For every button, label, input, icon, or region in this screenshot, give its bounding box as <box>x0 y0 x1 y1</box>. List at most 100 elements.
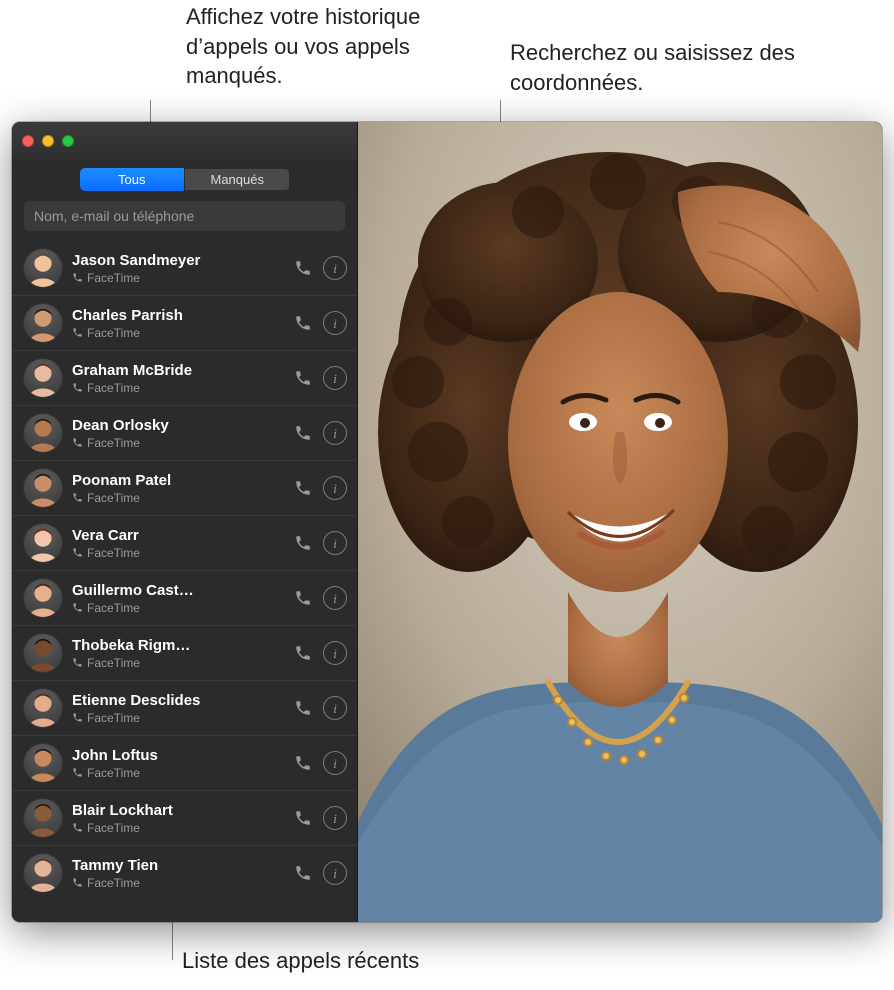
phone-icon[interactable] <box>291 256 315 280</box>
avatar <box>24 524 62 562</box>
list-item[interactable]: Tammy TienFaceTimei <box>12 845 357 900</box>
contact-meta: Blair Lockhart FaceTime <box>72 802 281 835</box>
contact-meta: Vera CarrFaceTime <box>72 527 281 560</box>
info-icon[interactable]: i <box>323 311 347 335</box>
list-item[interactable]: Graham McBrideFaceTime i <box>12 350 357 405</box>
phone-icon[interactable] <box>291 751 315 775</box>
contact-sub: FaceTime <box>72 436 281 450</box>
info-icon[interactable]: i <box>323 861 347 885</box>
contact-sub: FaceTime <box>72 381 281 395</box>
list-item[interactable]: Etienne Desclides FaceTime i <box>12 680 357 735</box>
avatar <box>24 414 62 452</box>
contact-sub: FaceTime <box>72 326 281 340</box>
avatar <box>24 689 62 727</box>
info-icon[interactable]: i <box>323 531 347 555</box>
call-type-label: FaceTime <box>87 381 140 395</box>
contact-sub: FaceTime <box>72 766 281 780</box>
phone-icon[interactable] <box>291 696 315 720</box>
handset-icon <box>72 712 83 723</box>
list-item[interactable]: John LoftusFaceTime i <box>12 735 357 790</box>
contact-name: Jason Sandmeyer <box>72 252 281 269</box>
row-actions: i <box>291 366 347 390</box>
info-icon[interactable]: i <box>323 641 347 665</box>
list-item[interactable]: Dean OrloskyFaceTimei <box>12 405 357 460</box>
phone-icon[interactable] <box>291 861 315 885</box>
callout-tabs: Affichez votre historique d’appels ou vo… <box>186 2 456 91</box>
contact-meta: Poonam Patel FaceTime <box>72 472 281 505</box>
avatar <box>24 304 62 342</box>
search-input[interactable] <box>24 201 345 231</box>
zoom-button[interactable] <box>62 135 74 147</box>
call-type-label: FaceTime <box>87 766 140 780</box>
info-icon[interactable]: i <box>323 476 347 500</box>
call-type-label: FaceTime <box>87 491 140 505</box>
handset-icon <box>72 822 83 833</box>
phone-icon[interactable] <box>291 586 315 610</box>
contact-meta: Thobeka Rigm…FaceTime <box>72 637 281 670</box>
phone-icon[interactable] <box>291 366 315 390</box>
info-icon[interactable]: i <box>323 696 347 720</box>
handset-icon <box>72 382 83 393</box>
contact-meta: Jason Sandmeyer FaceTime <box>72 252 281 285</box>
avatar <box>24 359 62 397</box>
info-icon[interactable]: i <box>323 751 347 775</box>
handset-icon <box>72 602 83 613</box>
list-item[interactable]: Blair Lockhart FaceTime i <box>12 790 357 845</box>
row-actions: i <box>291 806 347 830</box>
close-button[interactable] <box>22 135 34 147</box>
phone-icon[interactable] <box>291 476 315 500</box>
avatar <box>24 579 62 617</box>
contact-sub: FaceTime <box>72 821 281 835</box>
contact-name: Blair Lockhart <box>72 802 281 819</box>
contact-sub: FaceTime <box>72 491 281 505</box>
contact-meta: Graham McBrideFaceTime <box>72 362 281 395</box>
avatar <box>24 744 62 782</box>
tab-missed[interactable]: Manqués <box>184 168 290 191</box>
list-item[interactable]: Guillermo Cast…FaceTime i <box>12 570 357 625</box>
info-icon[interactable]: i <box>323 366 347 390</box>
contact-sub: FaceTime <box>72 711 281 725</box>
list-item[interactable]: Poonam Patel FaceTime i <box>12 460 357 515</box>
contact-name: Poonam Patel <box>72 472 281 489</box>
contact-name: Charles Parrish <box>72 307 281 324</box>
handset-icon <box>72 437 83 448</box>
contact-name: Etienne Desclides <box>72 692 281 709</box>
row-actions: i <box>291 861 347 885</box>
row-actions: i <box>291 421 347 445</box>
call-type-label: FaceTime <box>87 821 140 835</box>
list-item[interactable]: Jason Sandmeyer FaceTime i <box>12 241 357 295</box>
phone-icon[interactable] <box>291 311 315 335</box>
contact-meta: Guillermo Cast…FaceTime <box>72 582 281 615</box>
info-icon[interactable]: i <box>323 421 347 445</box>
call-type-label: FaceTime <box>87 271 140 285</box>
handset-icon <box>72 767 83 778</box>
contact-meta: John LoftusFaceTime <box>72 747 281 780</box>
row-actions: i <box>291 641 347 665</box>
handset-icon <box>72 547 83 558</box>
contact-sub: FaceTime <box>72 546 281 560</box>
list-item[interactable]: Thobeka Rigm…FaceTime i <box>12 625 357 680</box>
recent-calls-list: Jason Sandmeyer FaceTime i Charles Parrish F… <box>12 241 357 922</box>
phone-icon[interactable] <box>291 421 315 445</box>
info-icon[interactable]: i <box>323 806 347 830</box>
avatar <box>24 634 62 672</box>
row-actions: i <box>291 586 347 610</box>
row-actions: i <box>291 476 347 500</box>
info-icon[interactable]: i <box>323 586 347 610</box>
info-icon[interactable]: i <box>323 256 347 280</box>
minimize-button[interactable] <box>42 135 54 147</box>
list-item[interactable]: Vera CarrFaceTime i <box>12 515 357 570</box>
row-actions: i <box>291 696 347 720</box>
phone-icon[interactable] <box>291 806 315 830</box>
handset-icon <box>72 492 83 503</box>
call-type-label: FaceTime <box>87 711 140 725</box>
phone-icon[interactable] <box>291 531 315 555</box>
call-type-label: FaceTime <box>87 546 140 560</box>
phone-icon[interactable] <box>291 641 315 665</box>
contact-sub: FaceTime <box>72 601 281 615</box>
tab-all[interactable]: Tous <box>80 168 185 191</box>
titlebar <box>12 122 357 160</box>
call-type-label: FaceTime <box>87 601 140 615</box>
handset-icon <box>72 657 83 668</box>
list-item[interactable]: Charles Parrish FaceTime i <box>12 295 357 350</box>
